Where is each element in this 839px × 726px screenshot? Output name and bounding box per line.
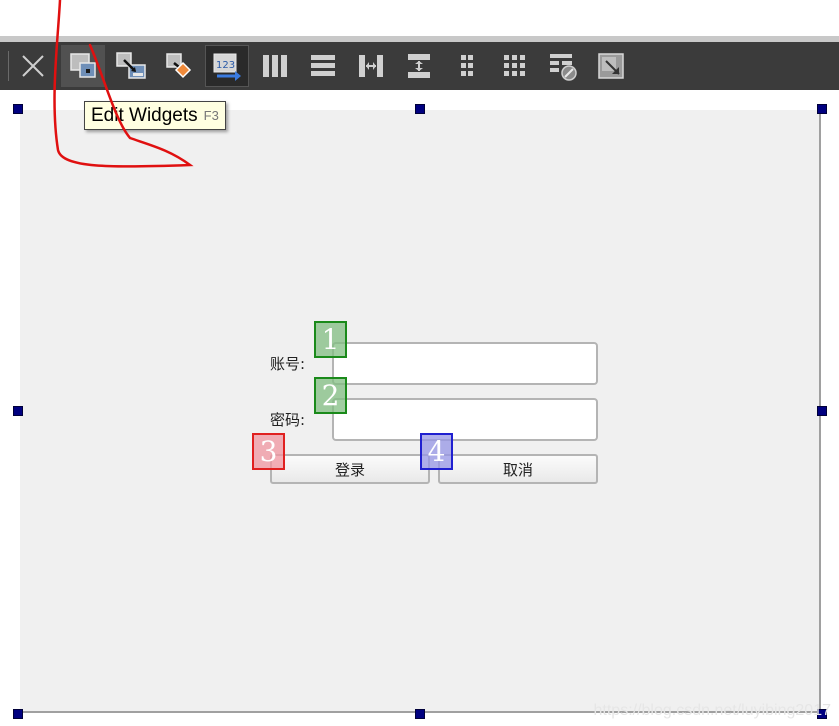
tab-order-icon: 123 bbox=[213, 53, 241, 81]
tooltip: Edit Widgets F3 bbox=[84, 101, 226, 130]
tab-order-marker-2[interactable]: 2 bbox=[314, 377, 347, 414]
tab-order-marker-4[interactable]: 4 bbox=[420, 433, 453, 470]
resize-handle-top-left[interactable] bbox=[13, 104, 23, 114]
break-layout-icon bbox=[550, 54, 577, 81]
layout-horizontally-button[interactable] bbox=[253, 45, 297, 87]
form-layout-icon bbox=[461, 55, 473, 76]
resize-handle-top-right[interactable] bbox=[817, 104, 827, 114]
grid-layout-icon bbox=[504, 55, 525, 76]
layout-vertical-icon bbox=[311, 55, 335, 76]
close-button[interactable] bbox=[11, 45, 55, 87]
layout-horizontal-icon bbox=[263, 55, 287, 77]
adjust-size-button[interactable] bbox=[589, 45, 633, 87]
resize-handle-bottom-left[interactable] bbox=[13, 709, 23, 719]
edit-tab-order-button[interactable]: 123 bbox=[205, 45, 249, 87]
resize-handle-bottom[interactable] bbox=[415, 709, 425, 719]
svg-text:123: 123 bbox=[216, 60, 235, 71]
layout-horizontal-splitter-button[interactable] bbox=[349, 45, 393, 87]
account-input[interactable] bbox=[332, 342, 598, 385]
edit-widgets-button[interactable] bbox=[61, 45, 105, 87]
tab-order-marker-3[interactable]: 3 bbox=[252, 433, 285, 470]
resize-handle-top[interactable] bbox=[415, 104, 425, 114]
cancel-button[interactable]: 取消 bbox=[438, 454, 598, 484]
adjust-size-icon bbox=[598, 53, 624, 79]
tooltip-shortcut: F3 bbox=[203, 108, 219, 123]
signals-slots-icon bbox=[116, 52, 146, 79]
account-label: 账号: bbox=[270, 355, 306, 373]
password-input[interactable] bbox=[332, 398, 598, 441]
designer-toolbar: 123 bbox=[0, 42, 839, 90]
resize-handle-right[interactable] bbox=[817, 406, 827, 416]
layout-vertically-button[interactable] bbox=[301, 45, 345, 87]
password-label: 密码: bbox=[270, 411, 306, 429]
toolbar-separator bbox=[8, 51, 9, 81]
tab-order-marker-1[interactable]: 1 bbox=[314, 321, 347, 358]
watermark: https://blog.csdn.net/luyibing2017 bbox=[593, 702, 832, 719]
tooltip-text: Edit Widgets bbox=[91, 104, 198, 126]
login-button[interactable]: 登录 bbox=[270, 454, 430, 484]
vertical-splitter-icon bbox=[408, 54, 430, 78]
layout-vertical-splitter-button[interactable] bbox=[397, 45, 441, 87]
resize-handle-left[interactable] bbox=[13, 406, 23, 416]
buddies-icon bbox=[166, 53, 192, 79]
edit-signals-slots-button[interactable] bbox=[109, 45, 153, 87]
horizontal-splitter-icon bbox=[359, 55, 383, 77]
close-icon bbox=[22, 55, 44, 77]
layout-form-button[interactable] bbox=[445, 45, 489, 87]
edit-widgets-icon bbox=[70, 53, 96, 78]
edit-buddies-button[interactable] bbox=[157, 45, 201, 87]
break-layout-button[interactable] bbox=[541, 45, 585, 87]
layout-grid-button[interactable] bbox=[493, 45, 537, 87]
